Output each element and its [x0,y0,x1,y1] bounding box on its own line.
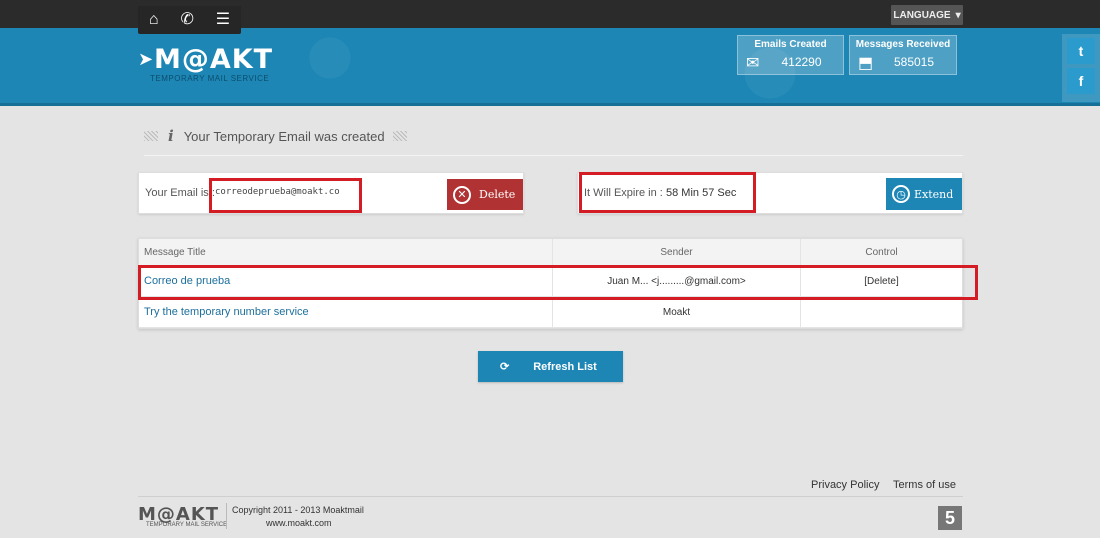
table-header: Message Title Sender Control [139,239,962,266]
extend-label: Extend [914,187,954,201]
top-nav: ⌂ ✆ ☰ [138,6,241,34]
logo-title: M@AKT [154,44,274,75]
site-url: www.moakt.com [266,518,332,528]
privacy-policy-link[interactable]: Privacy Policy [811,479,879,491]
hatch-decoration [392,131,407,141]
delete-email-button[interactable]: ✕ Delete [447,179,523,210]
message-control [801,297,962,327]
social-bar: t f [1062,34,1100,102]
message-title-link[interactable]: Try the temporary number service [139,297,553,327]
messages-received-label: Messages Received [855,39,951,50]
footer-divider [138,496,963,497]
inbox-icon: ⬒ [858,55,874,72]
extend-button[interactable]: ◷ Extend [886,178,962,210]
phone-icon[interactable]: ✆ [180,12,193,28]
message-sender: Moakt [553,297,801,327]
badge-icon: 5 [938,506,962,530]
menu-icon[interactable]: ☰ [216,12,230,28]
caret-down-icon: ▾ [955,9,961,21]
emails-created-stat: Emails Created ✉ 412290 [737,35,844,75]
terms-of-use-link[interactable]: Terms of use [893,479,956,491]
logo-subtitle: TEMPORARY MAIL SERVICE [150,74,270,83]
footer-separator [226,503,227,529]
wing-icon: ➤ [138,49,154,69]
clock-icon: ◷ [892,185,910,203]
copyright-text: Copyright 2011 - 2013 Moaktmail [232,505,364,515]
notice-text: Your Temporary Email was created [183,128,385,144]
language-label: LANGUAGE [893,9,951,21]
footer-logo-subtitle: TEMPORARY MAIL SERVICE [146,522,228,528]
close-icon: ✕ [453,185,471,204]
highlight-box [138,265,978,300]
refresh-list-button[interactable]: ⟳ Refresh List [478,351,623,382]
messages-received-stat: Messages Received ⬒ 585015 [849,35,957,75]
header-control: Control [865,246,898,258]
envelope-icon: ✉ [746,55,760,72]
header-sender: Sender [553,239,801,265]
refresh-icon: ⟳ [500,361,510,373]
highlight-box [209,178,362,213]
header-title: Message Title [139,239,553,265]
twitter-icon[interactable]: t [1067,38,1095,64]
hatch-decoration [144,131,158,141]
divider [144,155,963,156]
logo[interactable]: ➤ M@AKT TEMPORARY MAIL SERVICE [138,44,278,86]
notice: i Your Temporary Email was created [144,127,407,145]
highlight-box [579,172,756,213]
email-panel: Your Email is : correodeprueba@moakt.co … [138,172,524,214]
facebook-icon[interactable]: f [1067,68,1095,94]
delete-label: Delete [479,188,516,201]
refresh-label: Refresh List [533,360,597,373]
expire-panel: It Will Expire in : 58 Min 57 Sec ◷ Exte… [577,172,963,214]
language-button[interactable]: LANGUAGE ▾ [891,5,963,25]
emails-created-label: Emails Created [754,39,827,50]
table-row[interactable]: Try the temporary number service Moakt [139,297,962,328]
home-icon[interactable]: ⌂ [149,12,159,28]
info-icon: i [168,127,174,145]
email-label: Your Email is : [145,187,215,199]
